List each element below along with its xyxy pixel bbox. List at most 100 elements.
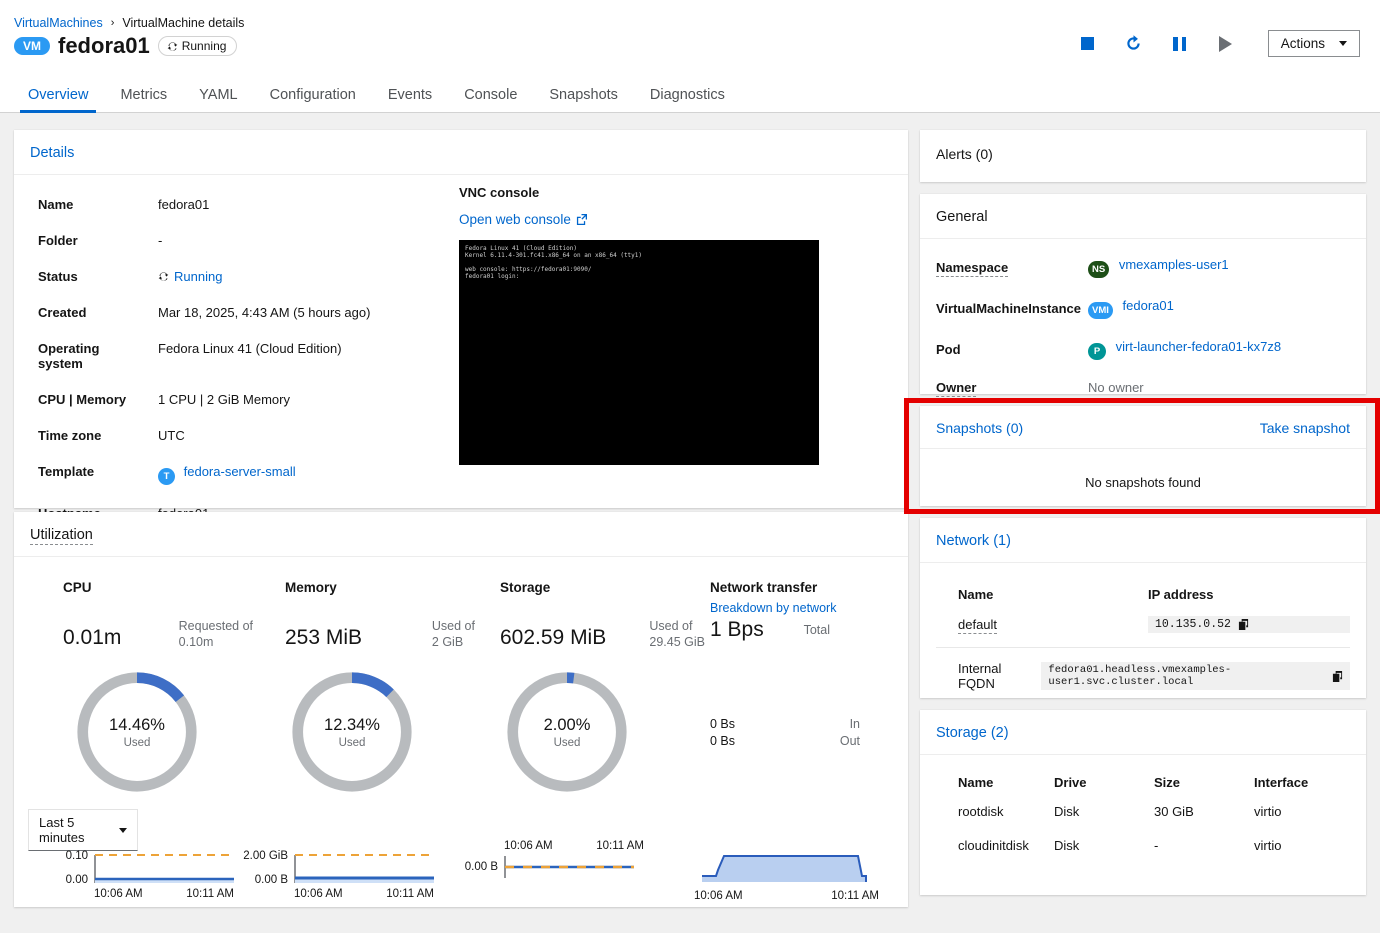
storage-spark-svg bbox=[504, 856, 634, 878]
external-link-icon bbox=[576, 214, 587, 225]
breakdown-by-network-link[interactable]: Breakdown by network bbox=[710, 601, 836, 615]
copy-icon bbox=[1238, 619, 1249, 630]
copy-fqdn-button[interactable] bbox=[1332, 670, 1343, 682]
details-card: Details Name fedora01 Folder - Status Ru… bbox=[14, 130, 908, 521]
namespace-link[interactable]: vmexamples-user1 bbox=[1119, 257, 1229, 272]
detail-label-folder: Folder bbox=[38, 233, 78, 248]
network-row-name[interactable]: default bbox=[958, 617, 998, 634]
tab-console[interactable]: Console bbox=[448, 85, 533, 112]
vm-details-page: VirtualMachines › VirtualMachine details… bbox=[0, 0, 1380, 933]
vm-action-toolbar: Actions bbox=[1078, 30, 1360, 57]
memory-sparkline-chart: 2.00 GiB 0.00 B 10:06 AM 10:11 AM bbox=[242, 850, 434, 900]
network-table-row: default 10.135.0.52 bbox=[936, 612, 1350, 648]
network-in-value: 0 Bs bbox=[710, 717, 736, 731]
tab-yaml[interactable]: YAML bbox=[183, 85, 253, 112]
storage-row-size: 30 GiB bbox=[1154, 804, 1194, 819]
utilization-card: Utilization CPU Memory Storage Network t… bbox=[14, 512, 908, 907]
pod-label: Pod bbox=[936, 342, 961, 357]
network-card: Network (1) Name IP address default 10.1… bbox=[920, 518, 1366, 698]
storage-row-drive: Disk bbox=[1054, 804, 1080, 819]
detail-status-link[interactable]: Running bbox=[174, 269, 222, 284]
restart-vm-button[interactable] bbox=[1124, 34, 1144, 54]
title-row: VM fedora01 Running bbox=[14, 33, 238, 59]
vmi-badge: VMI bbox=[1088, 302, 1113, 319]
storage-card-header: Storage (2) bbox=[920, 710, 1366, 755]
storage-value-row: 602.59 MiB Used of 29.45 GiB bbox=[500, 618, 705, 650]
vmi-label: VirtualMachineInstance bbox=[936, 301, 1081, 316]
cpu-spark-ymin: 0.00 bbox=[65, 874, 88, 886]
tab-configuration[interactable]: Configuration bbox=[254, 85, 372, 112]
details-card-header: Details bbox=[14, 130, 908, 175]
storage-metric-title: Storage bbox=[500, 580, 551, 595]
fqdn-chip: fedora01.headless.vmexamples-user1.svc.c… bbox=[1041, 662, 1350, 690]
cpu-sub-top: Requested of bbox=[178, 619, 253, 633]
fqdn-label: Internal FQDN bbox=[958, 661, 1002, 691]
time-range-dropdown[interactable]: Last 5 minutes bbox=[28, 809, 138, 851]
cpu-spark-svg bbox=[94, 854, 234, 883]
caret-down-icon bbox=[119, 827, 127, 833]
vmi-link[interactable]: fedora01 bbox=[1123, 298, 1174, 313]
storage-spark-xend: 10:11 AM bbox=[596, 840, 644, 852]
storage-sub-top: Used of bbox=[649, 619, 693, 633]
tab-snapshots[interactable]: Snapshots bbox=[533, 85, 634, 112]
breadcrumb: VirtualMachines › VirtualMachine details bbox=[14, 16, 244, 30]
detail-label-cpu-memory: CPU | Memory bbox=[38, 392, 127, 407]
snapshots-heading-link[interactable]: Snapshots (0) bbox=[936, 420, 1023, 436]
status-badge-label: Running bbox=[181, 39, 227, 53]
copy-ip-button[interactable] bbox=[1238, 619, 1249, 630]
network-card-header: Network (1) bbox=[920, 518, 1366, 563]
detail-label-status: Status bbox=[38, 269, 78, 284]
utilization-card-header: Utilization bbox=[14, 512, 908, 557]
storage-heading-link[interactable]: Storage (2) bbox=[936, 725, 1009, 741]
general-card: General Namespace NS vmexamples-user1 Vi… bbox=[920, 194, 1366, 397]
detail-template-link[interactable]: fedora-server-small bbox=[184, 464, 296, 479]
tab-bar: Overview Metrics YAML Configuration Even… bbox=[0, 85, 1380, 113]
start-vm-button[interactable] bbox=[1216, 34, 1236, 54]
general-heading: General bbox=[936, 209, 988, 225]
memory-sub-bottom: 2 GiB bbox=[431, 635, 464, 649]
storage-table: Name Drive Size Interface rootdisk Disk … bbox=[936, 775, 1350, 872]
storage-col-interface: Interface bbox=[1254, 775, 1309, 790]
memory-metric-title: Memory bbox=[285, 580, 337, 595]
network-in-row: 0 Bs In bbox=[710, 717, 860, 731]
detail-label-timezone: Time zone bbox=[38, 428, 102, 443]
vnc-console-heading: VNC console bbox=[459, 185, 540, 200]
network-area-svg bbox=[702, 855, 867, 882]
page-title: fedora01 bbox=[58, 33, 150, 58]
memory-value: 253 MiB bbox=[285, 626, 363, 649]
template-badge: T bbox=[158, 468, 175, 485]
general-list: Namespace NS vmexamples-user1 VirtualMac… bbox=[936, 257, 1350, 397]
status-badge[interactable]: Running bbox=[157, 36, 238, 56]
breadcrumb-virtualmachines[interactable]: VirtualMachines bbox=[14, 16, 103, 30]
details-heading-link[interactable]: Details bbox=[30, 145, 74, 161]
storage-row-drive: Disk bbox=[1054, 838, 1080, 853]
open-web-console-link[interactable]: Open web console bbox=[459, 212, 819, 227]
storage-row-interface: virtio bbox=[1254, 838, 1282, 853]
copy-icon bbox=[1332, 670, 1343, 682]
pod-link[interactable]: virt-launcher-fedora01-kx7z8 bbox=[1116, 339, 1281, 354]
stop-vm-button[interactable] bbox=[1078, 34, 1098, 54]
network-col-name: Name bbox=[958, 587, 994, 602]
network-heading-link[interactable]: Network (1) bbox=[936, 533, 1011, 549]
storage-value: 602.59 MiB bbox=[500, 626, 607, 649]
cpu-metric-title: CPU bbox=[63, 580, 92, 595]
ip-address-chip: 10.135.0.52 bbox=[1148, 616, 1350, 633]
storage-row-name: cloudinitdisk bbox=[958, 838, 1029, 853]
alerts-card[interactable]: Alerts (0) bbox=[920, 130, 1366, 182]
memory-spark-ymin: 0.00 B bbox=[254, 874, 288, 886]
snapshots-card: Snapshots (0) Take snapshot No snapshots… bbox=[920, 406, 1366, 506]
tab-overview[interactable]: Overview bbox=[12, 85, 104, 113]
take-snapshot-button[interactable]: Take snapshot bbox=[1260, 420, 1350, 436]
pod-badge: P bbox=[1088, 343, 1106, 360]
pause-vm-button[interactable] bbox=[1170, 34, 1190, 54]
fqdn-row: Internal FQDN fedora01.headless.vmexampl… bbox=[936, 648, 1350, 691]
actions-dropdown[interactable]: Actions bbox=[1267, 30, 1360, 57]
alerts-heading: Alerts (0) bbox=[936, 146, 993, 162]
network-out-value: 0 Bs bbox=[710, 734, 736, 748]
storage-row-interface: virtio bbox=[1254, 804, 1282, 819]
tab-diagnostics[interactable]: Diagnostics bbox=[634, 85, 741, 112]
network-in-label: In bbox=[849, 717, 860, 731]
tab-metrics[interactable]: Metrics bbox=[104, 85, 183, 112]
vnc-console-screen[interactable]: Fedora Linux 41 (Cloud Edition) Kernel 6… bbox=[459, 240, 819, 465]
tab-events[interactable]: Events bbox=[372, 85, 448, 112]
